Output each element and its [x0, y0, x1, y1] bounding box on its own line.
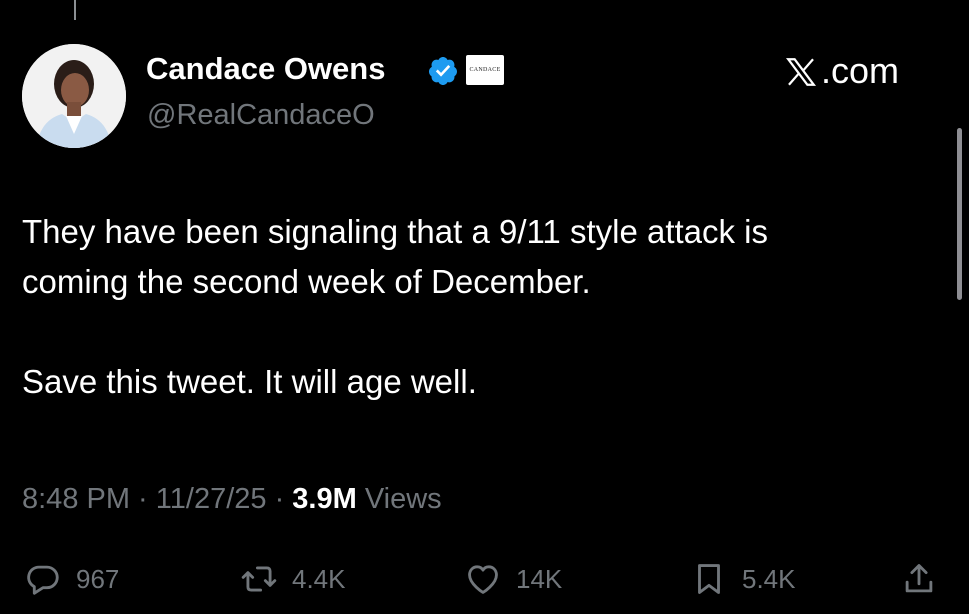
tweet-text-line: coming the second week of December. — [22, 263, 591, 300]
affiliate-badge[interactable]: CANDACE — [466, 55, 504, 85]
x-logo-icon — [785, 58, 817, 86]
views-label[interactable]: Views — [357, 483, 442, 515]
tweet-date[interactable]: 11/27/25 — [156, 483, 267, 515]
affiliate-badge-label: CANDACE — [469, 67, 501, 73]
share-button[interactable] — [900, 556, 938, 602]
site-logo-label: .com — [821, 50, 900, 91]
bookmark-count: 5.4K — [742, 563, 796, 594]
reply-count: 967 — [76, 563, 120, 594]
heart-icon — [468, 565, 498, 594]
like-button[interactable]: 14K — [464, 556, 562, 602]
like-count: 14K — [516, 563, 563, 594]
author-handle[interactable]: @RealCandaceO — [147, 96, 375, 134]
repost-icon — [241, 566, 277, 592]
reply-icon — [27, 565, 59, 595]
site-logo: .com — [784, 50, 899, 92]
avatar-portrait-icon — [22, 44, 126, 148]
reply-button[interactable]: 967 — [24, 556, 119, 602]
repost-button[interactable]: 4.4K — [240, 556, 346, 602]
meta-separator: · — [266, 483, 293, 515]
repost-count: 4.4K — [292, 563, 346, 594]
tweet-text-line: Save this tweet. It will age well. — [22, 363, 477, 400]
verified-badge-icon[interactable] — [427, 55, 459, 87]
views-count[interactable]: 3.9M — [292, 483, 356, 515]
tweet-body: They have been signaling that a 9/11 sty… — [22, 207, 947, 407]
avatar[interactable] — [22, 44, 126, 148]
scrollbar[interactable] — [957, 128, 962, 300]
tweet-time[interactable]: 8:48 PM — [22, 483, 130, 515]
bookmark-icon — [698, 564, 720, 594]
thread-connector-line — [74, 0, 76, 20]
author-display-name[interactable]: Candace Owens — [146, 49, 385, 89]
meta-separator: · — [130, 483, 156, 515]
bookmark-button[interactable]: 5.4K — [690, 556, 796, 602]
tweet-page: Candace Owens CANDACE @RealCandaceO .com… — [0, 0, 969, 614]
share-icon — [905, 564, 933, 593]
action-bar: 967 4.4K 14K 5.4K — [0, 556, 969, 602]
tweet-metadata: 8:48 PM · 11/27/25 · 3.9M Views — [22, 479, 442, 519]
tweet-text-line: They have been signaling that a 9/11 sty… — [22, 213, 769, 250]
